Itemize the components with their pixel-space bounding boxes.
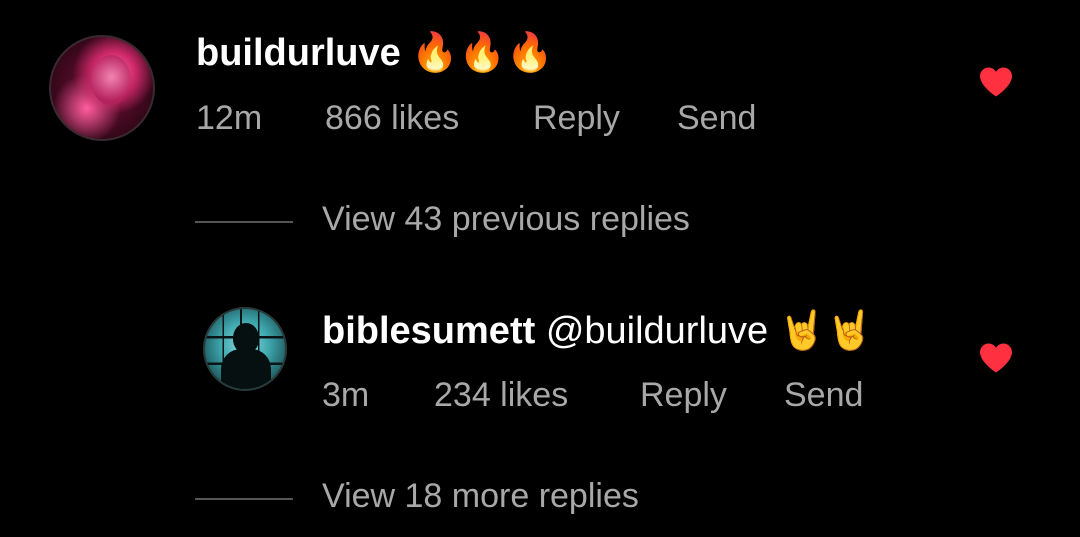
reply-time: 3m bbox=[322, 376, 370, 414]
avatar[interactable] bbox=[49, 35, 155, 141]
heart-icon[interactable] bbox=[978, 342, 1014, 374]
comment-author-line: buildurluve 🔥🔥🔥 bbox=[196, 30, 553, 75]
reply-text: 🤘🤘 bbox=[778, 308, 874, 352]
avatar-photo-body bbox=[221, 349, 271, 389]
reply-send-button[interactable]: Send bbox=[784, 376, 863, 415]
view-previous-replies-label[interactable]: View 43 previous replies bbox=[322, 200, 690, 239]
heart-icon[interactable] bbox=[978, 66, 1014, 98]
view-previous-replies[interactable]: View 43 previous replies bbox=[195, 200, 895, 244]
comment-likes[interactable]: 866 likes bbox=[325, 99, 459, 138]
reply-author-line: biblesumett @buildurluve 🤘🤘 bbox=[322, 308, 873, 353]
reply-reply-button[interactable]: Reply bbox=[640, 376, 727, 415]
reply-username[interactable]: biblesumett bbox=[322, 310, 535, 352]
reply-mention[interactable]: @buildurluve bbox=[546, 310, 768, 352]
view-more-replies[interactable]: View 18 more replies bbox=[195, 477, 895, 521]
comment-username[interactable]: buildurluve bbox=[196, 32, 401, 74]
reply-likes[interactable]: 234 likes bbox=[434, 376, 568, 415]
avatar-photo bbox=[91, 55, 131, 105]
comment-time: 12m bbox=[196, 99, 263, 137]
divider-line bbox=[195, 221, 293, 223]
comment-reply-button[interactable]: Reply bbox=[533, 99, 620, 138]
comment-send-button[interactable]: Send bbox=[677, 99, 756, 138]
view-more-replies-label[interactable]: View 18 more replies bbox=[322, 477, 639, 516]
reply-meta: 3m 234 likes Reply Send bbox=[322, 376, 922, 416]
comment-text: 🔥🔥🔥 bbox=[411, 30, 554, 74]
avatar[interactable] bbox=[203, 307, 287, 391]
divider-line bbox=[195, 498, 293, 500]
comment-meta: 12m 866 likes Reply Send bbox=[196, 99, 796, 139]
